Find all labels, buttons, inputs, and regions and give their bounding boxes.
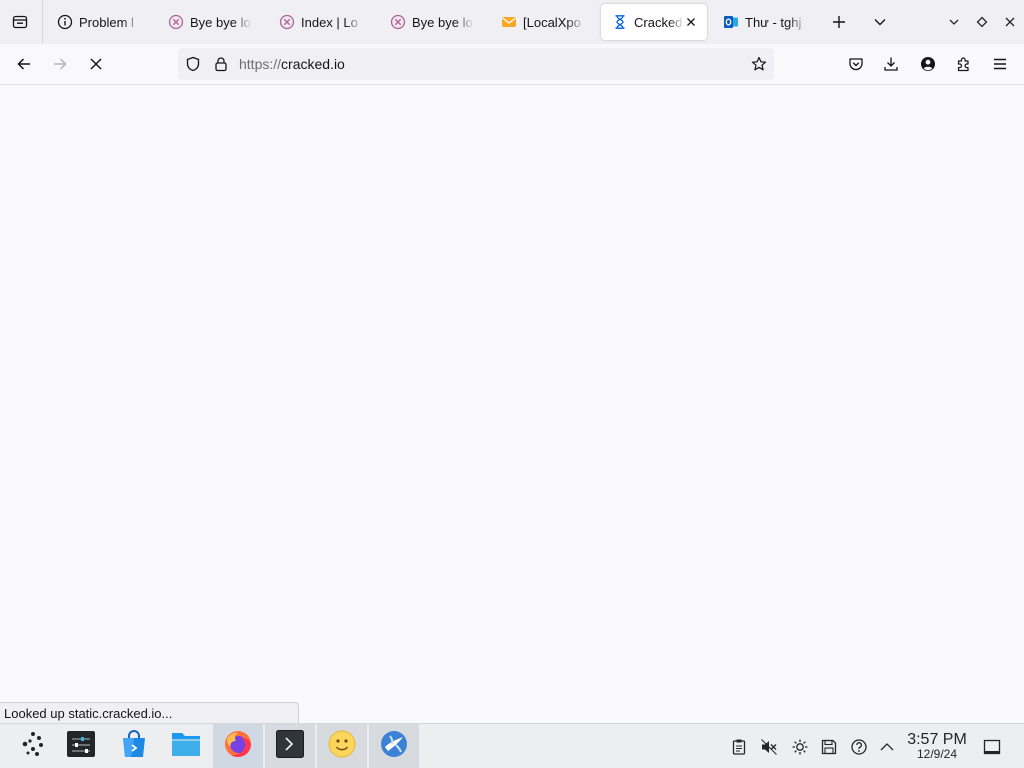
- back-arrow-icon: [16, 56, 32, 72]
- maximize-button[interactable]: [971, 11, 993, 33]
- tab-label: Cracked: [634, 14, 683, 30]
- firefox-view-button[interactable]: [4, 6, 36, 38]
- menu-icon: [992, 56, 1008, 72]
- account-icon: [920, 56, 936, 72]
- envelope-icon: [501, 14, 517, 30]
- terminal-icon: [275, 729, 305, 764]
- taskbar-file-manager[interactable]: [161, 724, 211, 768]
- address-bar[interactable]: https://cracked.io: [178, 48, 774, 80]
- application-menu-button[interactable]: [984, 48, 1016, 80]
- chevron-down-icon: [872, 14, 888, 30]
- pocket-button[interactable]: [840, 48, 872, 80]
- downloads-button[interactable]: [875, 48, 907, 80]
- tab-label: Bye bye lo: [412, 14, 473, 30]
- minimize-button[interactable]: [943, 11, 965, 33]
- application-launcher-icon: [19, 730, 47, 763]
- status-text: Looked up static.cracked.io...: [4, 706, 173, 721]
- tab-label: [LocalXpo: [523, 14, 581, 30]
- x-circle-icon: [168, 14, 184, 30]
- status-panel: Looked up static.cracked.io...: [0, 702, 299, 723]
- tab-problem[interactable]: Problem l: [46, 4, 152, 40]
- x-circle-icon: [390, 14, 406, 30]
- close-window-button[interactable]: [999, 11, 1021, 33]
- list-all-tabs-button[interactable]: [866, 8, 894, 36]
- tab-bye-bye-2[interactable]: Bye bye lo: [379, 4, 485, 40]
- tab-strip-divider: [42, 0, 43, 44]
- discover-store-icon: [119, 729, 149, 764]
- taskbar-globe-browser[interactable]: [369, 724, 419, 768]
- url-text[interactable]: https://cracked.io: [239, 56, 345, 72]
- close-tab-icon[interactable]: [683, 14, 699, 30]
- taskbar-terminal[interactable]: [265, 724, 315, 768]
- tab-label: Index | Lo: [301, 14, 358, 30]
- maximize-icon: [975, 15, 989, 29]
- tab-bye-bye-1[interactable]: Bye bye lo: [157, 4, 263, 40]
- info-circle-icon: [57, 14, 73, 30]
- brightness-icon[interactable]: [791, 738, 809, 756]
- new-tab-button[interactable]: [825, 8, 853, 36]
- hourglass-icon: [612, 14, 628, 30]
- pocket-icon: [848, 56, 864, 72]
- tracking-shield-icon[interactable]: [185, 56, 201, 72]
- tab-label: Problem l: [79, 14, 134, 30]
- account-button[interactable]: [912, 48, 944, 80]
- url-host: cracked.io: [281, 56, 345, 72]
- stop-button[interactable]: [80, 48, 112, 80]
- globe-browser-icon: [379, 729, 409, 764]
- file-manager-icon: [170, 729, 202, 764]
- url-scheme: https://: [239, 56, 282, 72]
- disk-icon[interactable]: [820, 738, 838, 756]
- volume-muted-icon[interactable]: [760, 738, 778, 756]
- tab-localxpo[interactable]: [LocalXpo: [490, 4, 596, 40]
- extensions-button[interactable]: [948, 48, 980, 80]
- taskbar-firefox[interactable]: [213, 724, 263, 768]
- stop-loading-icon: [88, 56, 104, 72]
- x-circle-icon: [279, 14, 295, 30]
- bookmark-star-icon[interactable]: [751, 56, 767, 72]
- tab-label: Bye bye lo: [190, 14, 251, 30]
- taskbar-system-settings[interactable]: [56, 724, 106, 768]
- clipboard-icon[interactable]: [730, 738, 748, 756]
- forward-button[interactable]: [44, 48, 76, 80]
- lock-icon[interactable]: [213, 56, 229, 72]
- extensions-icon: [956, 56, 972, 72]
- tab-cracked[interactable]: Cracked: [601, 4, 707, 40]
- system-settings-icon: [66, 729, 96, 764]
- outlook-icon: [723, 14, 739, 30]
- clock-date[interactable]: 12/9/24: [898, 747, 976, 761]
- forward-arrow-icon: [52, 56, 68, 72]
- taskbar-emoji-selector[interactable]: [317, 724, 367, 768]
- show-desktop-icon[interactable]: [983, 738, 1001, 756]
- download-icon: [883, 56, 899, 72]
- taskbar-discover[interactable]: [109, 724, 159, 768]
- tray-expand-icon[interactable]: [878, 738, 896, 756]
- application-launcher[interactable]: [8, 724, 58, 768]
- close-icon: [1003, 15, 1017, 29]
- help-icon[interactable]: [850, 738, 868, 756]
- tab-outlook[interactable]: Thư - tghj: [712, 4, 818, 40]
- emoji-icon: [327, 729, 357, 764]
- firefox-view-icon: [12, 14, 28, 30]
- firefox-icon: [223, 729, 253, 764]
- back-button[interactable]: [8, 48, 40, 80]
- tab-label: Thư - tghj: [745, 14, 802, 30]
- tab-index[interactable]: Index | Lo: [268, 4, 374, 40]
- plus-icon: [831, 14, 847, 30]
- page-content[interactable]: [0, 85, 1024, 722]
- minimize-icon: [947, 15, 961, 29]
